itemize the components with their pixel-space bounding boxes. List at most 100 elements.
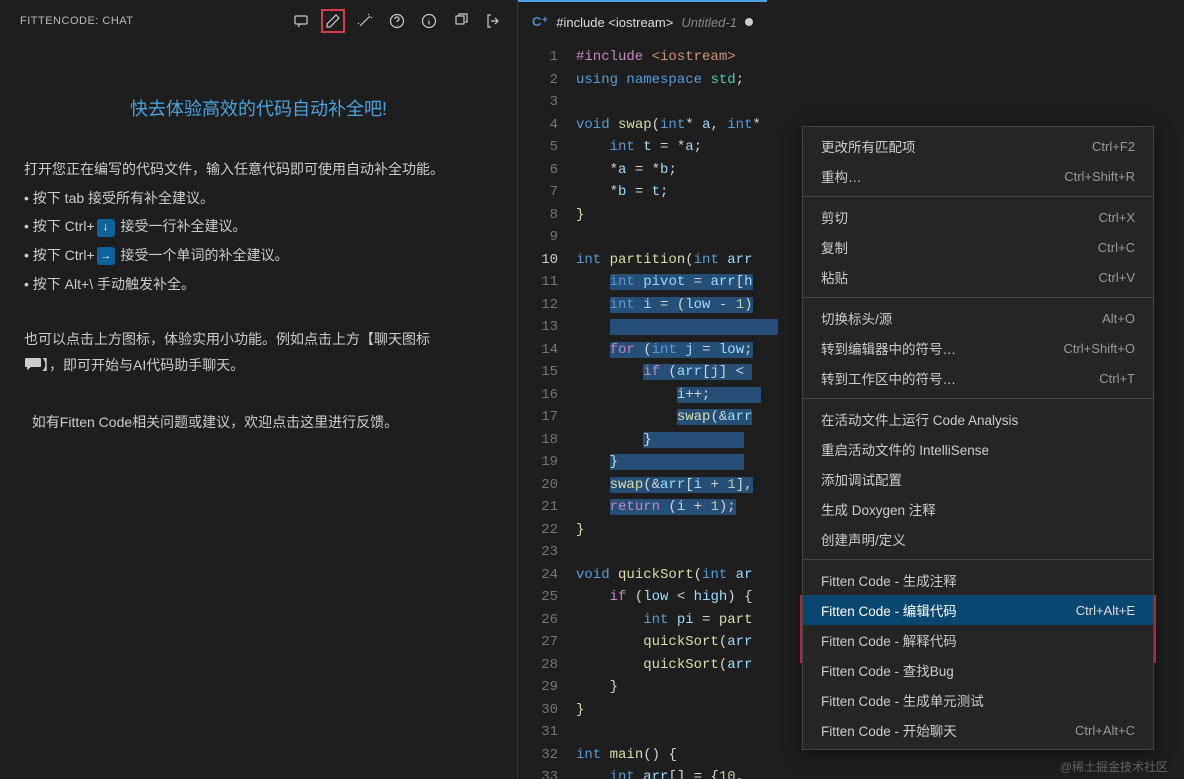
menu-item-label: 转到编辑器中的符号… bbox=[821, 338, 956, 358]
line-number: 29 bbox=[518, 676, 558, 699]
line-number: 7 bbox=[518, 181, 558, 204]
line-number: 33 bbox=[518, 766, 558, 779]
menu-item-label: 创建声明/定义 bbox=[821, 529, 906, 549]
menu-item[interactable]: Fitten Code - 解释代码 bbox=[803, 625, 1153, 655]
menu-item[interactable]: 复制Ctrl+C bbox=[803, 232, 1153, 262]
chat-icon[interactable] bbox=[289, 9, 313, 33]
menu-item-shortcut: Alt+O bbox=[1102, 311, 1135, 326]
menu-item[interactable]: 在活动文件上运行 Code Analysis bbox=[803, 404, 1153, 434]
menu-separator bbox=[803, 297, 1153, 298]
line-number: 21 bbox=[518, 496, 558, 519]
menu-item[interactable]: 转到工作区中的符号…Ctrl+T bbox=[803, 363, 1153, 393]
line-number: 8 bbox=[518, 204, 558, 227]
menu-item[interactable]: 切换标头/源 Alt+O bbox=[803, 303, 1153, 333]
menu-item[interactable]: Fitten Code - 编辑代码Ctrl+Alt+E bbox=[803, 595, 1153, 625]
menu-item[interactable]: 重启活动文件的 IntelliSense bbox=[803, 434, 1153, 464]
code-line[interactable]: #include <iostream> bbox=[576, 46, 1184, 69]
menu-item-label: 重构… bbox=[821, 166, 862, 186]
menu-item-label: Fitten Code - 查找Bug bbox=[821, 660, 954, 680]
menu-item-label: 添加调试配置 bbox=[821, 469, 902, 489]
bullet-ctrl-down: • 按下 Ctrl+↓ 接受一行补全建议。 bbox=[24, 213, 493, 240]
line-number: 12 bbox=[518, 294, 558, 317]
menu-item[interactable]: Fitten Code - 开始聊天 Ctrl+Alt+C bbox=[803, 715, 1153, 745]
code-line[interactable]: using namespace std; bbox=[576, 69, 1184, 92]
menu-item[interactable]: 剪切 Ctrl+X bbox=[803, 202, 1153, 232]
tab-bar: C⁺ #include <iostream> Untitled-1 bbox=[518, 0, 1184, 42]
menu-item-shortcut: Ctrl+Alt+C bbox=[1075, 723, 1135, 738]
panel-content: 快去体验高效的代码自动补全吧! 打开您正在编写的代码文件，输入任意代码即可使用自… bbox=[0, 42, 517, 457]
menu-item-shortcut: Ctrl+Shift+O bbox=[1063, 341, 1135, 356]
line-number: 23 bbox=[518, 541, 558, 564]
menu-item[interactable]: 粘贴 Ctrl+V bbox=[803, 262, 1153, 292]
menu-item-label: 转到工作区中的符号… bbox=[821, 368, 956, 388]
line-number: 30 bbox=[518, 699, 558, 722]
line-number: 9 bbox=[518, 226, 558, 249]
line-number: 26 bbox=[518, 609, 558, 632]
line-number: 5 bbox=[518, 136, 558, 159]
menu-item[interactable]: Fitten Code - 生成注释 bbox=[803, 565, 1153, 595]
feedback-link[interactable]: 点击这里进行反馈 bbox=[272, 414, 384, 430]
menu-item-label: Fitten Code - 开始聊天 bbox=[821, 720, 957, 740]
line-number: 32 bbox=[518, 744, 558, 767]
info-icon[interactable] bbox=[417, 9, 441, 33]
menu-separator bbox=[803, 398, 1153, 399]
arrow-down-key-icon: ↓ bbox=[97, 219, 115, 237]
cpp-file-icon: C⁺ bbox=[532, 14, 548, 30]
logout-icon[interactable] bbox=[481, 9, 505, 33]
edit-icon[interactable] bbox=[321, 9, 345, 33]
desc-icons: 也可以点击上方图标，体验实用小功能。例如点击上方【聊天图标】，即可开始与AI代码… bbox=[24, 326, 493, 380]
menu-item-label: 剪切 bbox=[821, 207, 848, 227]
menu-item-label: 生成 Doxygen 注释 bbox=[821, 499, 936, 519]
bullet-ctrl-right: • 按下 Ctrl+→ 接受一个单词的补全建议。 bbox=[24, 242, 493, 269]
line-number: 3 bbox=[518, 91, 558, 114]
panel-header: FITTENCODE: CHAT bbox=[0, 0, 517, 42]
menu-item[interactable]: 创建声明/定义 bbox=[803, 524, 1153, 554]
menu-separator bbox=[803, 559, 1153, 560]
line-number: 16 bbox=[518, 384, 558, 407]
menu-item-shortcut: Ctrl+Shift+R bbox=[1064, 169, 1135, 184]
help-icon[interactable] bbox=[385, 9, 409, 33]
menu-item-shortcut: Ctrl+Alt+E bbox=[1076, 603, 1135, 618]
menu-item-label: 粘贴 bbox=[821, 267, 848, 287]
menu-item[interactable]: Fitten Code - 生成单元测试 bbox=[803, 685, 1153, 715]
menu-item[interactable]: 生成 Doxygen 注释 bbox=[803, 494, 1153, 524]
menu-item[interactable]: 转到编辑器中的符号… Ctrl+Shift+O bbox=[803, 333, 1153, 363]
line-number: 22 bbox=[518, 519, 558, 542]
menu-item-shortcut: Ctrl+V bbox=[1099, 270, 1135, 285]
tab-main-text: #include <iostream> bbox=[556, 15, 673, 30]
menu-item[interactable]: 重构… Ctrl+Shift+R bbox=[803, 161, 1153, 191]
watermark: @稀土掘金技术社区 bbox=[1060, 758, 1168, 775]
context-menu: 更改所有匹配项Ctrl+F2 重构… Ctrl+Shift+R 剪切 Ctrl+X 复制C… bbox=[802, 126, 1154, 750]
bullet-alt: • 按下 Alt+\ 手动触发补全。 bbox=[24, 271, 493, 298]
wand-icon[interactable] bbox=[353, 9, 377, 33]
panel-toolbar bbox=[289, 9, 505, 33]
copy-icon[interactable] bbox=[449, 9, 473, 33]
desc-feedback: 如有Fitten Code相关问题或建议，欢迎点击这里进行反馈。 bbox=[24, 409, 493, 436]
code-line[interactable] bbox=[576, 91, 1184, 114]
menu-item[interactable]: 更改所有匹配项Ctrl+F2 bbox=[803, 131, 1153, 161]
line-number: 25 bbox=[518, 586, 558, 609]
panel-title: FITTENCODE: CHAT bbox=[20, 15, 134, 27]
menu-item-label: Fitten Code - 生成单元测试 bbox=[821, 690, 984, 710]
line-number: 4 bbox=[518, 114, 558, 137]
menu-item-shortcut: Ctrl+C bbox=[1098, 240, 1135, 255]
arrow-right-key-icon: → bbox=[97, 247, 115, 265]
editor-panel: C⁺ #include <iostream> Untitled-1 12 3456… bbox=[518, 0, 1184, 779]
menu-item[interactable]: 添加调试配置 bbox=[803, 464, 1153, 494]
tab-filename: Untitled-1 bbox=[681, 15, 737, 30]
menu-item[interactable]: Fitten Code - 查找Bug bbox=[803, 655, 1153, 685]
line-number: 10 bbox=[518, 249, 558, 272]
line-number: 14 bbox=[518, 339, 558, 362]
menu-item-label: Fitten Code - 解释代码 bbox=[821, 630, 957, 650]
bullet-tab: • 按下 tab 接受所有补全建议。 bbox=[24, 185, 493, 212]
unsaved-dot-icon bbox=[745, 18, 753, 26]
menu-item-label: 切换标头/源 bbox=[821, 308, 892, 328]
editor-tab[interactable]: C⁺ #include <iostream> Untitled-1 bbox=[518, 0, 767, 42]
menu-item-label: 更改所有匹配项 bbox=[821, 136, 916, 156]
line-number: 15 bbox=[518, 361, 558, 384]
menu-item-shortcut: Ctrl+X bbox=[1099, 210, 1135, 225]
line-number: 6 bbox=[518, 159, 558, 182]
desc-intro: 打开您正在编写的代码文件，输入任意代码即可使用自动补全功能。 bbox=[24, 156, 493, 183]
line-number: 20 bbox=[518, 474, 558, 497]
cta-title: 快去体验高效的代码自动补全吧! bbox=[24, 92, 493, 126]
